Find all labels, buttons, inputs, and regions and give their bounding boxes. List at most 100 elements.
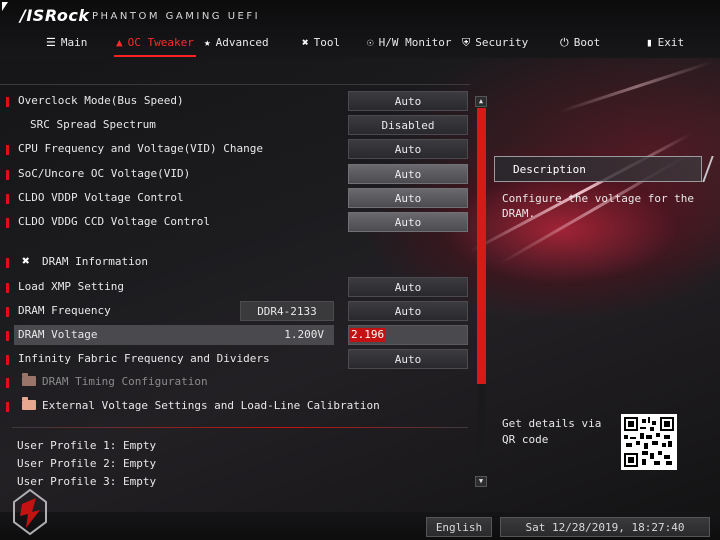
row-marker xyxy=(6,402,9,412)
brand-logo: /ISRock xyxy=(20,6,90,25)
qr-code-graphic xyxy=(624,417,674,467)
submenu-label: DRAM Timing Configuration xyxy=(42,375,208,388)
folder-icon xyxy=(22,397,36,410)
star-icon: ★ xyxy=(204,36,211,49)
tab-label: Tool xyxy=(313,36,341,49)
tab-oc-tweaker[interactable]: ▲ OC Tweaker xyxy=(114,33,196,57)
row-marker xyxy=(6,170,9,180)
overclock-mode-select[interactable]: Auto xyxy=(348,91,468,111)
submenu-label: External Voltage Settings and Load-Line … xyxy=(42,399,380,412)
setting-label: CPU Frequency and Voltage(VID) Change xyxy=(18,142,264,155)
load-xmp-select[interactable]: Auto xyxy=(348,277,468,297)
language-button[interactable]: English xyxy=(426,517,492,537)
scroll-down-button[interactable]: ▼ xyxy=(475,476,487,487)
tab-boot[interactable]: ⏻ Boot xyxy=(560,33,600,55)
user-profile-2[interactable]: User Profile 2: Empty xyxy=(17,457,156,470)
shield-icon: ⛨ xyxy=(462,36,471,49)
flame-icon: ▲ xyxy=(116,36,123,49)
tool-icon: ✖ xyxy=(302,36,309,49)
src-spread-select[interactable]: Disabled xyxy=(348,115,468,135)
setting-label: SoC/Uncore OC Voltage(VID) xyxy=(18,167,191,180)
setting-dram-frequency[interactable]: DRAM Frequency DDR4-2133 Auto xyxy=(0,301,470,323)
power-icon: ⏻ xyxy=(560,36,569,49)
setting-src-spread[interactable]: SRC Spread Spectrum Disabled xyxy=(0,115,470,137)
row-marker xyxy=(6,258,9,268)
folder-icon xyxy=(22,373,36,386)
tools-icon: ✖ xyxy=(22,254,30,269)
row-marker xyxy=(6,355,9,365)
cpu-frequency-select[interactable]: Auto xyxy=(348,139,468,159)
tab-label: Advanced xyxy=(215,36,269,49)
header-bar: /ISRock PHANTOM GAMING UEFI ☰ Main ▲ OC Tw… xyxy=(0,0,720,58)
row-marker xyxy=(6,218,9,228)
light-streak xyxy=(559,60,713,113)
phantom-gaming-logo-icon xyxy=(13,488,47,536)
infinity-fabric-select[interactable]: Auto xyxy=(348,349,468,369)
submenu-external-voltage[interactable]: External Voltage Settings and Load-Line … xyxy=(0,396,470,418)
setting-cldo-vddg[interactable]: CLDO VDDG CCD Voltage Control Auto xyxy=(0,212,470,234)
description-text: Configure the voltage for the DRAM. xyxy=(502,192,695,220)
qr-hint-text: Get details via QR code xyxy=(502,417,602,446)
setting-overclock-mode[interactable]: Overclock Mode(Bus Speed) Auto xyxy=(0,91,470,113)
setting-label: Overclock Mode(Bus Speed) xyxy=(18,94,184,107)
setting-label: Load XMP Setting xyxy=(18,280,124,293)
soc-oc-voltage-field[interactable]: Auto xyxy=(348,164,468,184)
brand-subtitle: PHANTOM GAMING UEFI xyxy=(92,11,261,22)
setting-dram-voltage[interactable]: DRAM Voltage 1.200V 2.196 xyxy=(0,325,470,347)
setting-cldo-vddp[interactable]: CLDO VDDP Voltage Control Auto xyxy=(0,188,470,210)
description-title: Description xyxy=(513,163,586,176)
tab-label: OC Tweaker xyxy=(127,36,194,49)
tab-tool[interactable]: ✖ Tool xyxy=(302,33,340,55)
setting-label: CLDO VDDP Voltage Control xyxy=(18,191,184,204)
tab-label: Main xyxy=(60,36,88,49)
row-marker xyxy=(6,145,9,155)
monitor-icon: ☉ xyxy=(367,36,374,49)
scrollbar-thumb[interactable] xyxy=(477,108,486,384)
tab-hw-monitor[interactable]: ☉ H/W Monitor xyxy=(367,33,451,55)
exit-icon: ▮ xyxy=(646,36,653,49)
setting-soc-oc-voltage[interactable]: SoC/Uncore OC Voltage(VID) Auto xyxy=(0,164,470,186)
tab-exit[interactable]: ▮ Exit xyxy=(646,33,684,55)
setting-label: SRC Spread Spectrum xyxy=(30,118,156,131)
tab-label: Security xyxy=(475,36,529,49)
dram-voltage-input-text: 2.196 xyxy=(350,328,386,342)
setting-label: DRAM Voltage xyxy=(18,328,98,341)
setting-infinity-fabric[interactable]: Infinity Fabric Frequency and Dividers A… xyxy=(0,349,470,371)
row-marker xyxy=(6,307,9,317)
dram-frequency-select[interactable]: Auto xyxy=(348,301,468,321)
setting-label: Infinity Fabric Frequency and Dividers xyxy=(18,352,270,365)
row-marker xyxy=(6,331,9,341)
divider xyxy=(0,84,470,85)
system-clock: Sat 12/28/2019, 18:27:40 xyxy=(500,517,710,537)
submenu-dram-timing[interactable]: DRAM Timing Configuration xyxy=(0,372,470,394)
row-marker xyxy=(6,194,9,204)
tab-label: Boot xyxy=(573,36,601,49)
mouse-cursor-icon xyxy=(2,2,8,11)
dram-frequency-current: DDR4-2133 xyxy=(240,301,334,321)
setting-load-xmp[interactable]: Load XMP Setting Auto xyxy=(0,277,470,299)
setting-label: CLDO VDDG CCD Voltage Control xyxy=(18,215,211,228)
tab-main[interactable]: ☰ Main xyxy=(46,33,87,55)
row-marker xyxy=(6,97,9,107)
qr-code-image xyxy=(621,414,677,470)
section-dram-information: ✖ DRAM Information xyxy=(0,252,470,274)
top-navigation: ☰ Main ▲ OC Tweaker ★ Advanced ✖ Tool ☉ H/W M… xyxy=(0,33,720,57)
tab-label: H/W Monitor xyxy=(378,36,452,49)
divider xyxy=(12,427,468,428)
user-profile-3[interactable]: User Profile 3: Empty xyxy=(17,475,156,488)
dram-voltage-current: 1.200V xyxy=(284,328,324,341)
dram-voltage-input[interactable]: 2.196 xyxy=(348,325,468,345)
scroll-up-button[interactable]: ▲ xyxy=(475,96,487,107)
description-header: Description xyxy=(494,156,702,182)
setting-label: DRAM Frequency xyxy=(18,304,111,317)
cldo-vddg-field[interactable]: Auto xyxy=(348,212,468,232)
tab-advanced[interactable]: ★ Advanced xyxy=(204,33,269,55)
row-marker xyxy=(6,378,9,388)
setting-cpu-frequency[interactable]: CPU Frequency and Voltage(VID) Change Au… xyxy=(0,139,470,161)
row-marker xyxy=(6,283,9,293)
tab-label: Exit xyxy=(657,36,685,49)
list-icon: ☰ xyxy=(46,36,56,49)
tab-security[interactable]: ⛨ Security xyxy=(462,33,528,55)
user-profile-1[interactable]: User Profile 1: Empty xyxy=(17,439,156,452)
cldo-vddp-field[interactable]: Auto xyxy=(348,188,468,208)
